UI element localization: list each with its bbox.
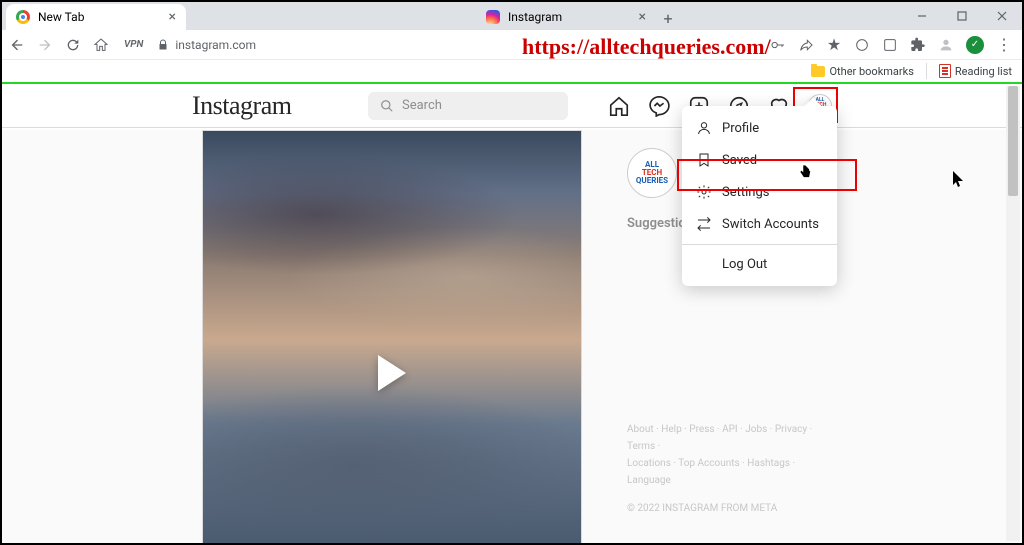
search-icon <box>380 99 394 113</box>
footer-link[interactable]: Help <box>661 424 689 435</box>
home-button[interactable] <box>92 36 110 54</box>
reload-button[interactable] <box>64 36 82 54</box>
tab-title: New Tab <box>38 10 84 24</box>
new-tab-button[interactable]: + <box>656 6 680 30</box>
switch-icon <box>696 216 712 232</box>
browser-tab-instagram[interactable]: Instagram × <box>476 4 656 30</box>
other-bookmarks[interactable]: Other bookmarks <box>811 65 913 78</box>
avatar-text: ALLTECHQUERIES <box>636 161 668 185</box>
forward-button[interactable] <box>36 36 54 54</box>
close-window-button[interactable] <box>982 2 1022 30</box>
close-tab-icon[interactable]: × <box>169 10 176 24</box>
reading-list-icon <box>939 64 951 78</box>
address-bar[interactable]: instagram.com <box>157 38 256 52</box>
dropdown-label: Log Out <box>722 257 767 272</box>
hand-cursor-icon <box>798 164 812 182</box>
share-icon[interactable] <box>798 37 814 53</box>
profile-dropdown: Profile Saved Settings Switch Accounts L… <box>682 106 837 286</box>
home-icon[interactable] <box>608 95 630 117</box>
minimize-button[interactable] <box>902 2 942 30</box>
divider <box>926 63 927 79</box>
lock-icon <box>157 39 169 51</box>
dropdown-label: Saved <box>722 153 757 168</box>
play-icon[interactable] <box>378 355 406 391</box>
dropdown-item-switch[interactable]: Switch Accounts <box>682 208 837 240</box>
bookmark-label: Other bookmarks <box>829 65 913 78</box>
site-shield-icon[interactable]: ✓ <box>966 36 984 54</box>
dropdown-label: Profile <box>722 121 759 136</box>
vpn-badge[interactable]: VPN <box>120 39 147 50</box>
browser-toolbar-right: ★ ✓ ⋮ <box>770 36 1016 54</box>
footer-link[interactable]: Press <box>689 424 722 435</box>
browser-tab-strip: New Tab × Instagram × + <box>2 2 1022 30</box>
bookmark-label: Reading list <box>955 65 1012 78</box>
watermark-url: https://alltechqueries.com/ <box>522 34 771 60</box>
feed-post-video[interactable] <box>202 130 582 543</box>
dropdown-divider <box>682 244 837 245</box>
url-text: instagram.com <box>175 38 256 52</box>
dropdown-label: Settings <box>722 185 769 200</box>
footer-link[interactable]: Locations <box>627 458 678 469</box>
instagram-header: Instagram Search ALLTECHQUERIES <box>2 84 1022 128</box>
bookmark-star-icon[interactable]: ★ <box>826 37 842 53</box>
dropdown-item-settings[interactable]: Settings <box>682 176 837 208</box>
browser-nav-bar: VPN instagram.com ★ ✓ ⋮ <box>2 30 1022 60</box>
post-image <box>203 131 581 543</box>
chrome-icon <box>16 10 30 24</box>
instagram-content: ALLTECHQUERIES all All Suggestions F Abo… <box>2 130 1022 543</box>
footer-links: AboutHelpPressAPIJobsPrivacy Terms Locati… <box>627 421 837 489</box>
browser-tab-newtab[interactable]: New Tab × <box>6 4 186 30</box>
reading-list[interactable]: Reading list <box>939 64 1012 78</box>
folder-icon <box>811 66 825 77</box>
footer-link[interactable]: About <box>627 424 661 435</box>
page-scrollbar[interactable] <box>1006 86 1020 541</box>
sidebar-avatar: ALLTECHQUERIES <box>627 148 677 198</box>
footer-link[interactable]: Terms <box>627 441 660 452</box>
footer-link[interactable]: Privacy <box>775 424 812 435</box>
tab-title: Instagram <box>508 10 562 24</box>
extension-icon-1[interactable] <box>854 37 870 53</box>
back-button[interactable] <box>8 36 26 54</box>
search-placeholder: Search <box>402 98 442 113</box>
dropdown-item-saved[interactable]: Saved <box>682 144 837 176</box>
arrow-cursor-icon <box>953 171 965 189</box>
instagram-favicon-icon <box>486 10 500 24</box>
bookmark-icon <box>696 152 712 168</box>
gear-icon <box>696 184 712 200</box>
bookmarks-bar: Other bookmarks Reading list <box>2 60 1022 84</box>
instagram-logo[interactable]: Instagram <box>192 91 291 121</box>
footer-link[interactable]: Language <box>627 475 671 486</box>
extension-icon-2[interactable] <box>882 37 898 53</box>
window-controls <box>902 2 1022 30</box>
key-icon[interactable] <box>770 37 786 53</box>
search-input[interactable]: Search <box>368 92 568 120</box>
footer-link[interactable]: Hashtags <box>747 458 795 469</box>
maximize-button[interactable] <box>942 2 982 30</box>
dropdown-label: Switch Accounts <box>722 217 819 232</box>
footer-link[interactable]: API <box>722 424 745 435</box>
close-tab-icon[interactable]: × <box>639 10 646 24</box>
scrollbar-thumb[interactable] <box>1008 86 1018 196</box>
messenger-icon[interactable] <box>648 95 670 117</box>
dropdown-item-profile[interactable]: Profile <box>682 112 837 144</box>
profile-chip-icon[interactable] <box>938 37 954 53</box>
chrome-menu-icon[interactable]: ⋮ <box>996 37 1012 53</box>
extensions-puzzle-icon[interactable] <box>910 37 926 53</box>
footer-link[interactable]: Top Accounts <box>678 458 747 469</box>
dropdown-item-logout[interactable]: Log Out <box>682 249 837 280</box>
profile-icon <box>696 120 712 136</box>
footer-copyright: © 2022 INSTAGRAM FROM META <box>627 503 837 514</box>
footer-link[interactable]: Jobs <box>745 424 775 435</box>
